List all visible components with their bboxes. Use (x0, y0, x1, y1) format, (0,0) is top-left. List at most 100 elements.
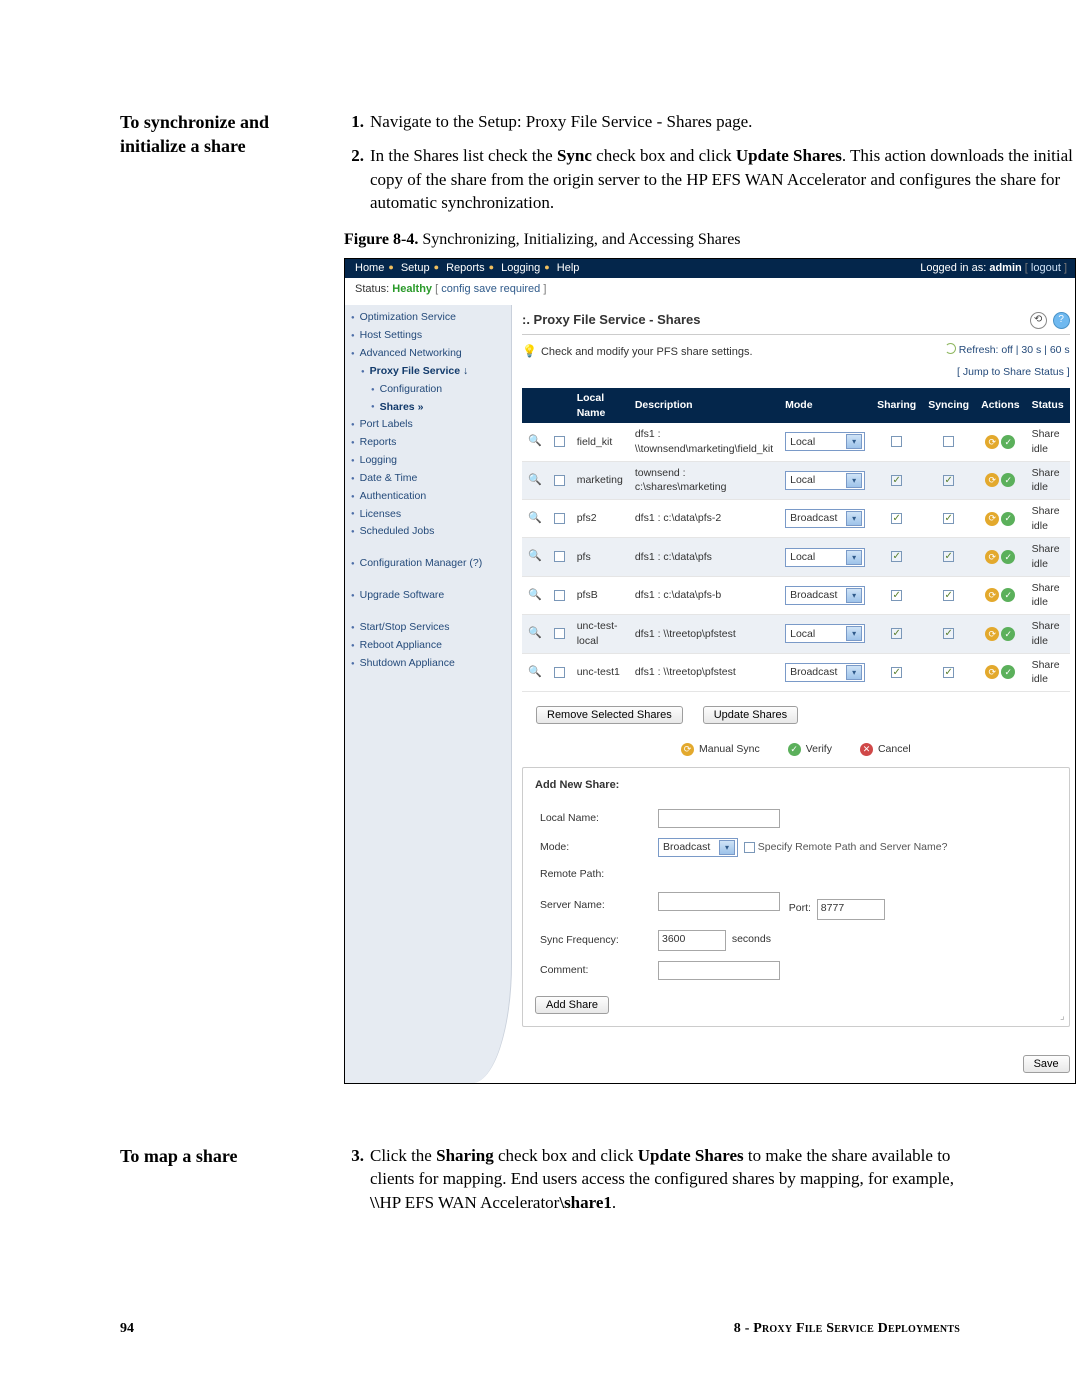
sidebar-start[interactable]: ●Start/Stop Services (351, 619, 511, 637)
syncing-checkbox[interactable] (943, 628, 954, 639)
magnifier-icon[interactable]: 🔍 (528, 666, 542, 678)
row-select-checkbox[interactable] (554, 513, 565, 524)
row-select-checkbox[interactable] (554, 436, 565, 447)
config-save-link[interactable]: config save required (438, 283, 543, 295)
sharing-checkbox[interactable] (891, 513, 902, 524)
syncing-checkbox[interactable] (943, 590, 954, 601)
sidebar-shut[interactable]: ●Shutdown Appliance (351, 655, 511, 673)
input-localname[interactable] (658, 809, 780, 828)
action-icons[interactable]: ⟳✓ (985, 665, 1015, 679)
th-syncing: Syncing (922, 388, 975, 423)
sidebar-opt[interactable]: ●Optimization Service (351, 309, 511, 327)
select-mode[interactable]: Local▾ (785, 624, 865, 643)
action-icons[interactable]: ⟳✓ (985, 588, 1015, 602)
sharing-checkbox[interactable] (891, 590, 902, 601)
syncing-checkbox[interactable] (943, 436, 954, 447)
back-icon[interactable]: ⟲ (1030, 312, 1047, 329)
sidebar-adv[interactable]: ●Advanced Networking (351, 345, 511, 363)
cancel-legend: ✕Cancel (860, 742, 911, 757)
magnifier-icon[interactable]: 🔍 (528, 435, 542, 447)
sidebar-shares[interactable]: ●Shares » (351, 399, 511, 417)
sidebar-lic[interactable]: ●Licenses (351, 506, 511, 524)
refresh-links[interactable]: Refresh: off | 30 s | 60 s (945, 343, 1070, 358)
row-select-checkbox[interactable] (554, 475, 565, 486)
cell-desc: dfs1 : \\townsend\marketing\field_kit (629, 423, 779, 461)
select-mode[interactable]: Local▾ (785, 432, 865, 451)
add-share-button[interactable]: Add Share (535, 996, 609, 1014)
sidebar-conf[interactable]: ●Configuration (351, 381, 511, 399)
magnifier-icon[interactable]: 🔍 (528, 474, 542, 486)
input-comment[interactable] (658, 961, 780, 980)
th-desc: Description (629, 388, 779, 423)
sidebar-cfgmgr[interactable]: ●Configuration Manager (?) (351, 555, 511, 573)
nav-reports[interactable]: Reports (444, 262, 487, 274)
select-mode[interactable]: Broadcast▾ (785, 586, 865, 605)
nav-help[interactable]: Help (555, 262, 582, 274)
select-mode[interactable]: Broadcast▾ (658, 838, 738, 857)
syncing-checkbox[interactable] (943, 667, 954, 678)
sharing-checkbox[interactable] (891, 436, 902, 447)
sharing-checkbox[interactable] (891, 628, 902, 639)
sidebar-upg[interactable]: ●Upgrade Software (351, 587, 511, 605)
table-row: 🔍pfsdfs1 : c:\data\pfsLocal▾⟳✓Share idle (522, 538, 1070, 576)
sidebar-sched[interactable]: ●Scheduled Jobs (351, 523, 511, 541)
select-mode[interactable]: Broadcast▾ (785, 509, 865, 528)
chapter-title: 8 - Proxy File Service Deployments (734, 1321, 960, 1337)
action-icons[interactable]: ⟳✓ (985, 550, 1015, 564)
row-select-checkbox[interactable] (554, 628, 565, 639)
syncing-checkbox[interactable] (943, 551, 954, 562)
magnifier-icon[interactable]: 🔍 (528, 589, 542, 601)
select-mode[interactable]: Local▾ (785, 548, 865, 567)
help-icon[interactable]: ? (1053, 312, 1070, 329)
sidebar-reports[interactable]: ●Reports (351, 434, 511, 452)
action-icons[interactable]: ⟳✓ (985, 473, 1015, 487)
remove-shares-button[interactable]: Remove Selected Shares (536, 706, 683, 724)
hint-text: 💡Check and modify your PFS share setting… (522, 343, 753, 360)
section-heading-map: To map a share (120, 1144, 320, 1168)
row-select-checkbox[interactable] (554, 590, 565, 601)
row-select-checkbox[interactable] (554, 667, 565, 678)
sidebar-auth[interactable]: ●Authentication (351, 488, 511, 506)
jump-link[interactable]: [ Jump to Share Status ] (945, 365, 1070, 380)
sharing-checkbox[interactable] (891, 667, 902, 678)
input-syncfreq[interactable]: 3600 (658, 930, 726, 951)
row-select-checkbox[interactable] (554, 551, 565, 562)
sidebar-host[interactable]: ●Host Settings (351, 327, 511, 345)
step-2-text: In the Shares list check the Sync check … (370, 144, 1076, 215)
logout-link[interactable]: logout (1031, 262, 1064, 274)
select-mode[interactable]: Broadcast▾ (785, 663, 865, 682)
form-title: Add New Share: (535, 778, 1057, 793)
lightbulb-icon: 💡 (522, 344, 537, 358)
action-icons[interactable]: ⟳✓ (985, 435, 1015, 449)
magnifier-icon[interactable]: 🔍 (528, 550, 542, 562)
sidebar-reboot[interactable]: ●Reboot Appliance (351, 637, 511, 655)
syncing-checkbox[interactable] (943, 475, 954, 486)
page-title: :. Proxy File Service - Shares (522, 311, 700, 329)
verify-icon: ✓ (1001, 512, 1015, 526)
sidebar-port[interactable]: ●Port Labels (351, 416, 511, 434)
update-shares-button[interactable]: Update Shares (703, 706, 798, 724)
syncing-checkbox[interactable] (943, 513, 954, 524)
input-servername[interactable] (658, 892, 780, 911)
input-port[interactable]: 8777 (817, 899, 885, 920)
nav-logging[interactable]: Logging (499, 262, 542, 274)
sidebar-pfs[interactable]: ●Proxy File Service ↓ (351, 363, 511, 381)
action-icons[interactable]: ⟳✓ (985, 512, 1015, 526)
resize-handle[interactable]: ⌟ (1060, 1010, 1065, 1024)
checkbox-specify[interactable] (744, 842, 755, 853)
magnifier-icon[interactable]: 🔍 (528, 512, 542, 524)
sharing-checkbox[interactable] (891, 551, 902, 562)
sidebar-log[interactable]: ●Logging (351, 452, 511, 470)
magnifier-icon[interactable]: 🔍 (528, 627, 542, 639)
save-button[interactable]: Save (1023, 1055, 1070, 1073)
action-icons[interactable]: ⟳✓ (985, 627, 1015, 641)
cell-status: Share idle (1026, 615, 1070, 653)
status-text: Status: Healthy [ config save required ] (355, 282, 546, 297)
sharing-checkbox[interactable] (891, 475, 902, 486)
cell-desc: dfs1 : c:\data\pfs-b (629, 576, 779, 614)
sidebar: ●Optimization Service ●Host Settings ●Ad… (345, 305, 512, 1082)
select-mode[interactable]: Local▾ (785, 471, 865, 490)
sidebar-date[interactable]: ●Date & Time (351, 470, 511, 488)
nav-setup[interactable]: Setup (399, 262, 432, 274)
nav-home[interactable]: Home (353, 262, 386, 274)
